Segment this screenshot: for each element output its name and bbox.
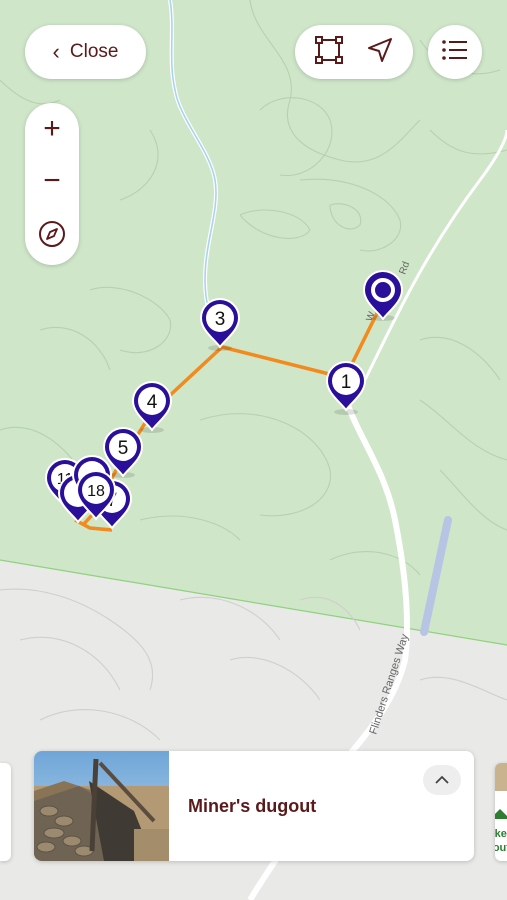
zoom-out-button[interactable]: − [43,166,61,196]
park-area [0,0,507,645]
zoom-controls: + − [25,103,79,265]
navigation-arrow-icon[interactable] [366,36,394,69]
zoom-in-button[interactable]: + [43,114,61,144]
next-card-text: kes [495,828,507,840]
list-icon [441,38,469,67]
poi-photo [34,751,169,861]
next-card-text: out, [495,842,507,854]
marker-label: 3 [215,309,226,330]
list-menu-button[interactable] [428,25,482,79]
square-selection-icon[interactable] [314,35,344,70]
marker-label: 5 [118,438,129,459]
poi-card[interactable]: Miner's dugout [34,751,474,861]
marker-label: 1 [341,372,352,393]
chevron-left-icon: ‹ [52,39,60,64]
close-label: Close [69,41,119,62]
marker-label: 4 [147,392,158,413]
poi-title: Miner's dugout [188,796,317,816]
marker-label: 18 [87,483,105,500]
previous-card-edge[interactable] [0,763,11,861]
close-button[interactable]: ‹ Close [25,25,146,79]
map-tools [295,25,413,79]
collapse-button[interactable] [423,765,461,795]
chevron-up-icon [435,775,449,784]
compass-icon[interactable] [37,219,67,254]
next-card-edge[interactable]: kes out, [495,763,507,861]
